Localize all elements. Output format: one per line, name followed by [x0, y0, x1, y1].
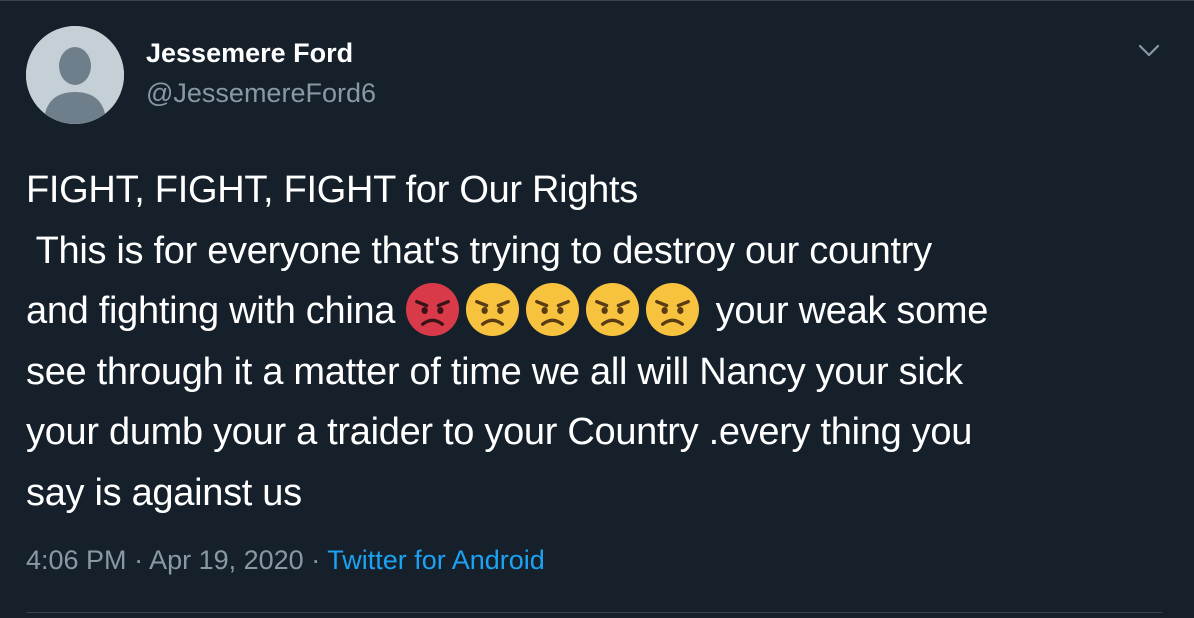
separator-dot: · — [126, 545, 150, 575]
tweet-text-line: This is for everyone that's trying to de… — [26, 229, 933, 272]
tweet-text-line: your dumb your a traider to your Country… — [26, 411, 973, 453]
tweet-metadata: 4:06 PM · Apr 19, 2020 · Twitter for And… — [26, 545, 545, 576]
tweet-text-line: and fighting with china your weak some — [26, 281, 1176, 342]
chevron-down-icon — [1138, 44, 1160, 57]
separator-dot: · — [303, 545, 328, 575]
tweet-time[interactable]: 4:06 PM — [26, 545, 127, 575]
tweet-text-line: say is against us — [26, 471, 302, 514]
default-avatar-icon — [26, 26, 124, 124]
tweet-text-segment: and fighting with china — [26, 290, 406, 332]
pouting-face-emoji — [406, 282, 460, 337]
tweet-menu-button[interactable] — [1131, 36, 1167, 66]
angry-face-emoji — [466, 282, 520, 337]
angry-face-emoji — [586, 282, 640, 337]
tweet-text-line: FIGHT, FIGHT, FIGHT for Our Rights — [26, 169, 638, 211]
angry-face-emoji — [526, 282, 580, 337]
angry-face-emoji — [646, 282, 700, 337]
user-handle[interactable]: @JessemereFord6 — [146, 78, 376, 109]
tweet-date[interactable]: Apr 19, 2020 — [149, 545, 304, 575]
tweet-text-segment: your weak some — [705, 290, 989, 332]
tweet-text: FIGHT, FIGHT, FIGHT for Our Rights This … — [26, 160, 1176, 523]
display-name[interactable]: Jessemere Ford — [146, 38, 353, 69]
tweet-source-link[interactable]: Twitter for Android — [327, 545, 545, 575]
divider — [26, 612, 1162, 613]
tweet-text-line: see through it a matter of time we all w… — [26, 350, 963, 393]
avatar[interactable] — [26, 26, 124, 124]
tweet-card: Jessemere Ford @JessemereFord6 FIGHT, FI… — [0, 0, 1194, 618]
